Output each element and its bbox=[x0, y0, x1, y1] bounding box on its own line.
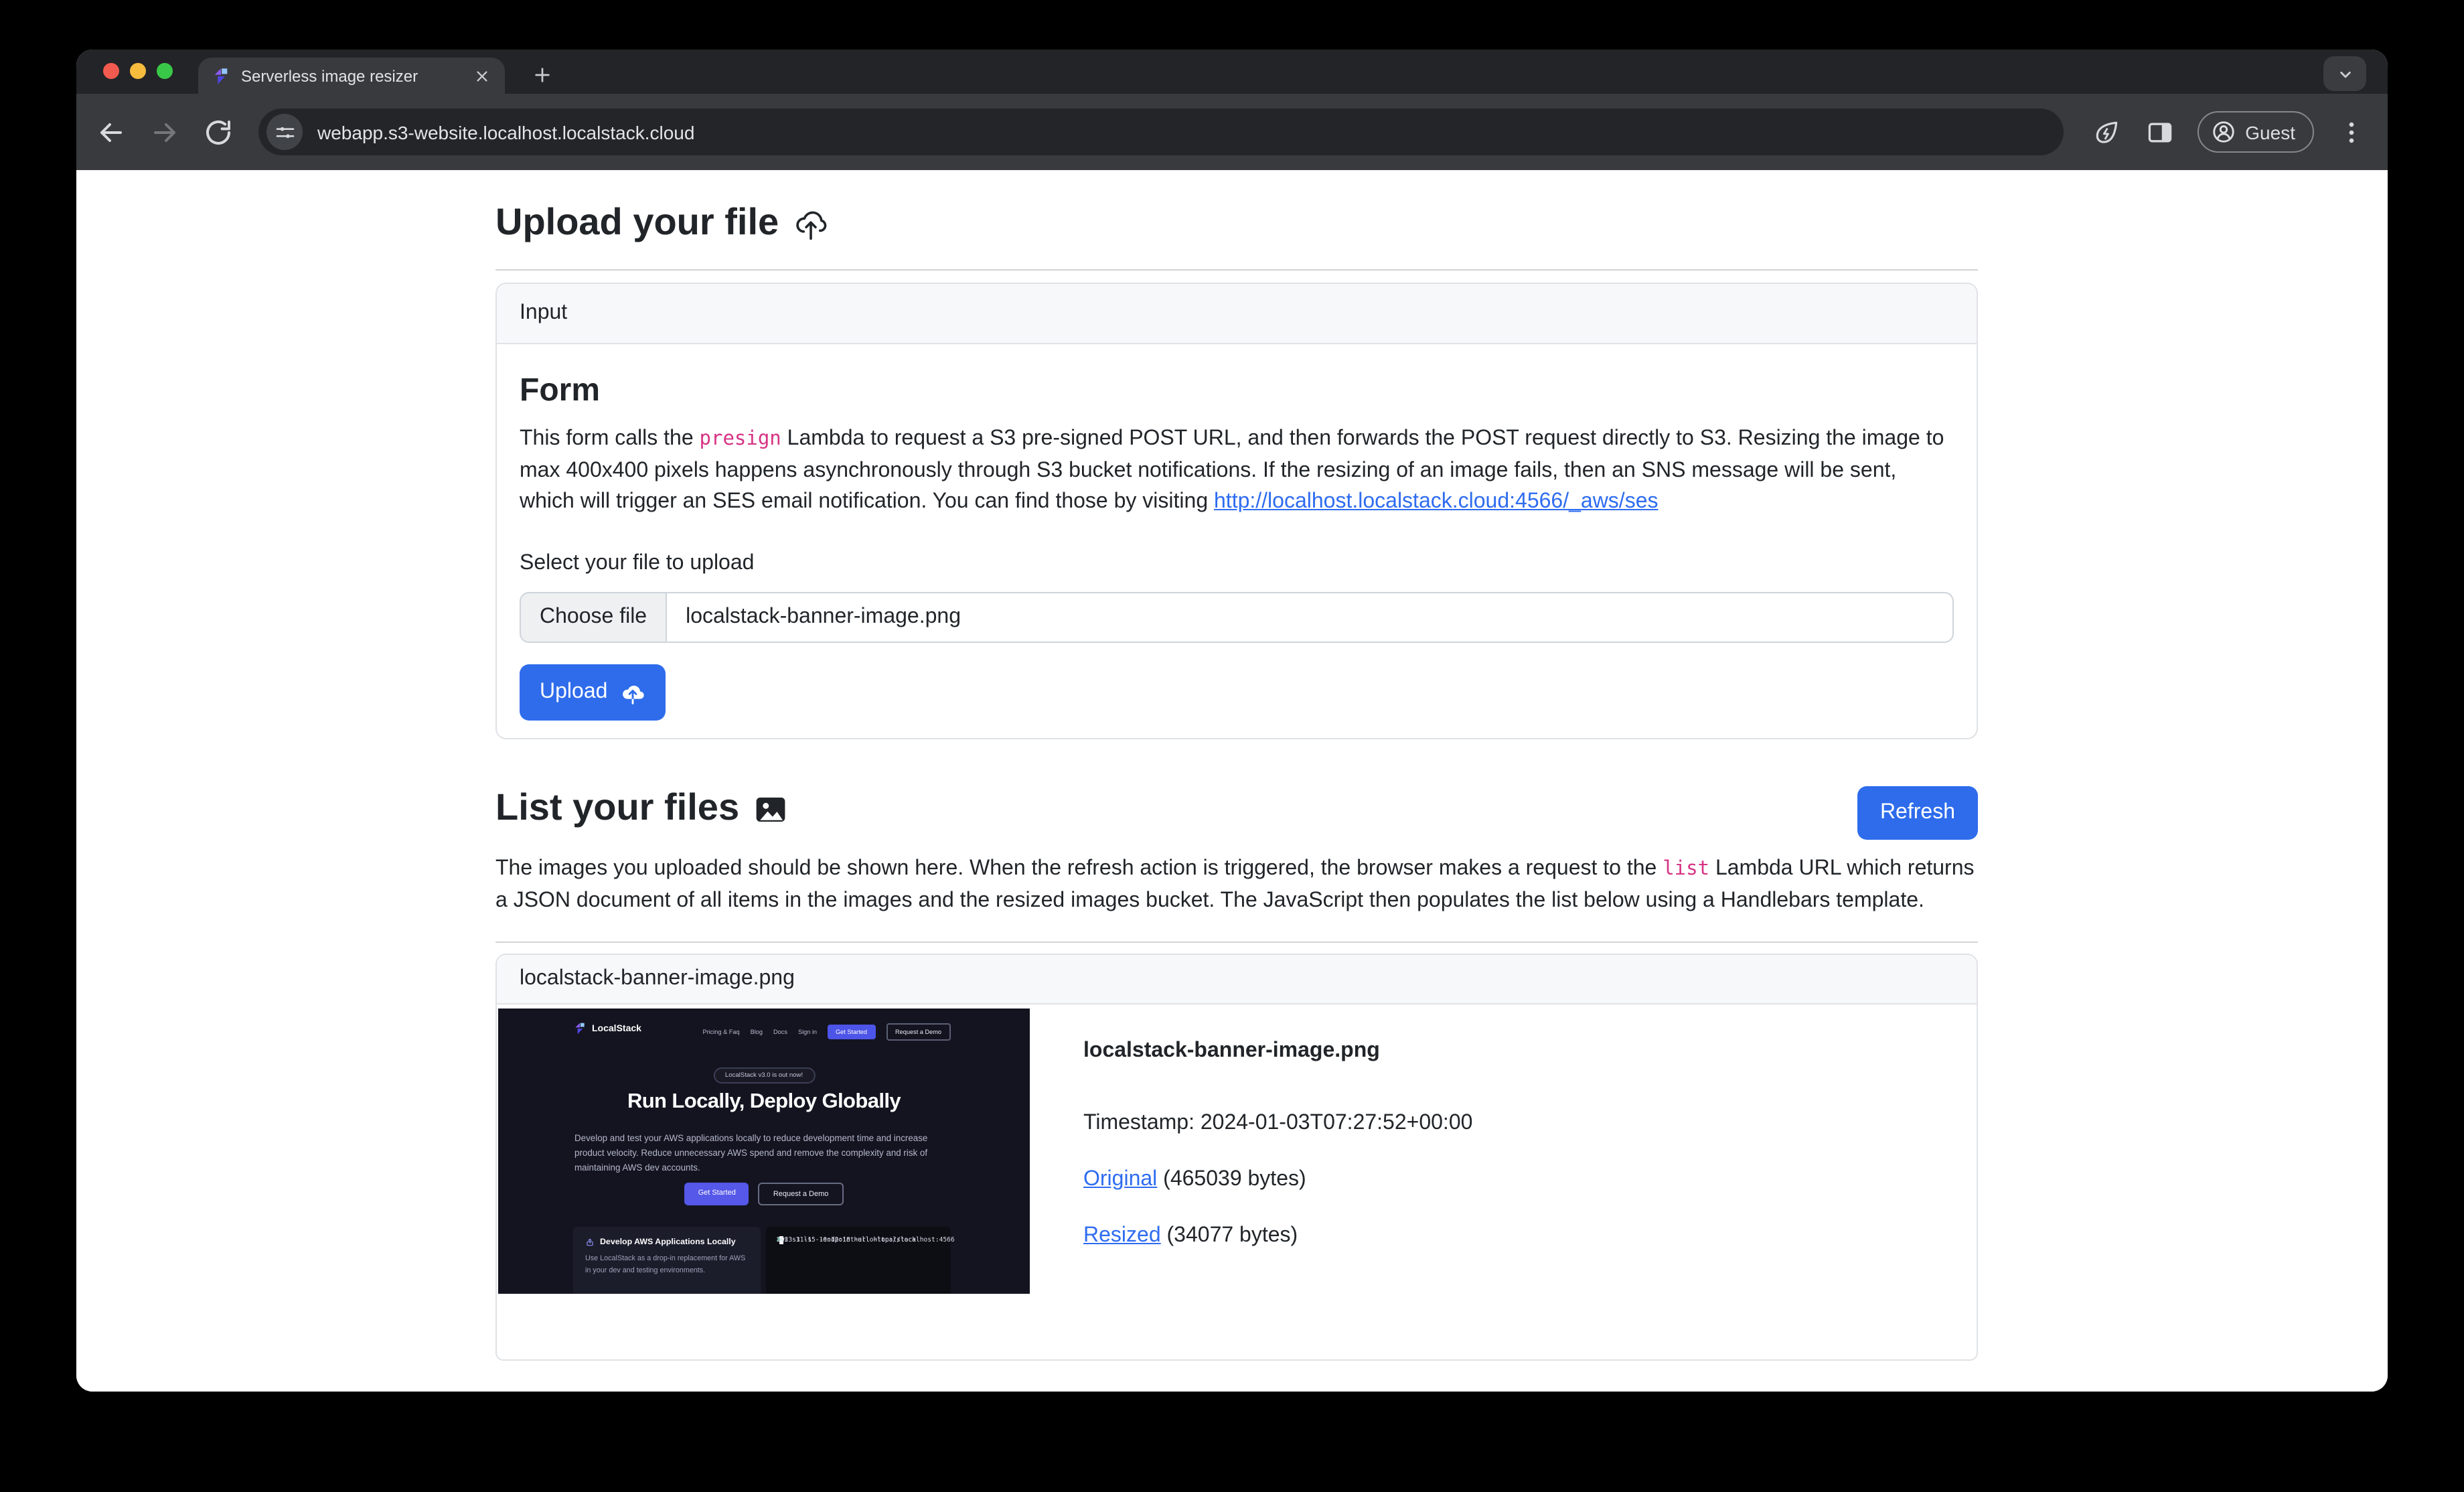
divider bbox=[495, 269, 1978, 271]
cloud-upload-filled-icon bbox=[619, 680, 645, 705]
person-icon bbox=[2210, 119, 2236, 145]
file-thumbnail: LocalStack Pricing & Faq Blog Docs Sign … bbox=[498, 1009, 1030, 1294]
ses-link[interactable]: http://localhost.localstack.cloud:4566/_… bbox=[1214, 490, 1659, 513]
banner-nav-get-started: Get Started bbox=[828, 1025, 875, 1039]
file-select-label: Select your file to upload bbox=[520, 552, 1954, 576]
upload-box-icon bbox=[585, 1238, 595, 1247]
profile-button[interactable]: Guest bbox=[2197, 111, 2314, 153]
url-text[interactable]: webapp.s3-website.localhost.localstack.c… bbox=[317, 121, 694, 143]
banner-feature-text: Use LocalStack as a drop-in replacement … bbox=[585, 1254, 749, 1276]
list-description: The images you uploaded should be shown … bbox=[495, 853, 1978, 916]
original-link[interactable]: Original bbox=[1083, 1168, 1157, 1191]
file-details: localstack-banner-image.png Timestamp: 2… bbox=[1083, 1039, 1472, 1248]
browser-window: Serverless image resizer bbox=[76, 50, 2388, 1392]
presign-code: presign bbox=[700, 429, 781, 450]
banner-version-badge: LocalStack v3.0 is out now! bbox=[713, 1067, 815, 1084]
close-window-button[interactable] bbox=[103, 63, 119, 79]
form-title: Form bbox=[520, 372, 1954, 410]
original-size: (465039 bytes) bbox=[1157, 1168, 1306, 1191]
tab-strip: Serverless image resizer bbox=[76, 50, 2388, 94]
file-card-header: localstack-banner-image.png bbox=[497, 955, 1977, 1004]
upload-heading-text: Upload your file bbox=[495, 201, 779, 244]
banner-headline: Run Locally, Deploy Globally bbox=[498, 1090, 1030, 1114]
maximize-window-button[interactable] bbox=[157, 63, 173, 79]
desktop-background: Serverless image resizer bbox=[0, 0, 2464, 1492]
banner-feature-title: Develop AWS Applications Locally bbox=[600, 1238, 736, 1247]
site-settings-button[interactable] bbox=[266, 114, 303, 150]
divider bbox=[495, 942, 1978, 943]
localstack-favicon-icon bbox=[212, 66, 230, 85]
list-section-heading: List your files bbox=[495, 786, 789, 829]
resized-link[interactable]: Resized bbox=[1083, 1224, 1161, 1247]
banner-feature-card: Develop AWS Applications Locally Use Loc… bbox=[573, 1227, 761, 1294]
upload-description: This form calls the presign Lambda to re… bbox=[520, 423, 1954, 517]
list-code: list bbox=[1663, 859, 1709, 880]
file-card-body: LocalStack Pricing & Faq Blog Docs Sign … bbox=[497, 1004, 1977, 1359]
file-card: localstack-banner-image.png LocalStack bbox=[495, 954, 1978, 1361]
banner-nav-link: Docs bbox=[773, 1029, 787, 1035]
url-bar[interactable]: webapp.s3-website.localhost.localstack.c… bbox=[258, 108, 2063, 155]
banner-cta-row: Get Started Request a Demo bbox=[498, 1183, 1030, 1205]
banner-terminal: > aws s3 ls --endpoint-url http://localh… bbox=[766, 1227, 951, 1294]
back-button[interactable] bbox=[95, 116, 127, 148]
image-icon bbox=[753, 792, 789, 828]
input-card-header: Input bbox=[497, 284, 1977, 344]
minimize-window-button[interactable] bbox=[130, 63, 146, 79]
banner-brand: LocalStack bbox=[592, 1024, 641, 1033]
upload-section-heading: Upload your file bbox=[495, 201, 1978, 244]
list-section-heading-row: List your files Refresh bbox=[495, 786, 1978, 840]
banner-nav-link: Blog bbox=[751, 1029, 763, 1035]
upload-button[interactable]: Upload bbox=[520, 664, 665, 721]
page-content: Upload your file Input Form This form ca… bbox=[76, 170, 2388, 1392]
localstack-logo-icon bbox=[573, 1022, 587, 1035]
new-tab-button[interactable] bbox=[526, 59, 558, 91]
file-title: localstack-banner-image.png bbox=[1083, 1039, 1472, 1063]
menu-dots-icon[interactable] bbox=[2337, 117, 2366, 147]
list-heading-text: List your files bbox=[495, 786, 739, 829]
performance-leaf-icon[interactable] bbox=[2091, 117, 2121, 147]
file-timestamp: Timestamp: 2024-01-03T07:27:52+00:00 bbox=[1083, 1112, 1472, 1136]
window-controls bbox=[103, 63, 173, 79]
input-card-body: Form This form calls the presign Lambda … bbox=[497, 344, 1977, 738]
banner-cta-get-started: Get Started bbox=[685, 1183, 749, 1205]
tune-icon bbox=[274, 121, 295, 143]
resized-size: (34077 bytes) bbox=[1161, 1224, 1298, 1247]
cloud-upload-icon bbox=[792, 206, 828, 242]
resized-line: Resized (34077 bytes) bbox=[1083, 1224, 1472, 1248]
file-input[interactable]: Choose file localstack-banner-image.png bbox=[520, 592, 1954, 643]
selected-file-name: localstack-banner-image.png bbox=[667, 593, 961, 642]
banner-nav: Pricing & Faq Blog Docs Sign in Get Star… bbox=[702, 1023, 951, 1041]
side-panel-icon[interactable] bbox=[2145, 117, 2174, 147]
banner-nav-request-demo: Request a Demo bbox=[886, 1023, 951, 1041]
chevron-down-icon bbox=[2335, 64, 2355, 84]
list-desc-text-1: The images you uploaded should be shown … bbox=[495, 857, 1663, 880]
original-line: Original (465039 bytes) bbox=[1083, 1168, 1472, 1192]
tab-title: Serverless image resizer bbox=[241, 66, 462, 85]
plus-icon bbox=[532, 64, 553, 86]
profile-label: Guest bbox=[2245, 121, 2295, 143]
tab-close-icon[interactable] bbox=[473, 66, 491, 85]
tab-search-button[interactable] bbox=[2323, 56, 2366, 91]
refresh-button[interactable]: Refresh bbox=[1857, 786, 1978, 840]
reload-button[interactable] bbox=[202, 116, 234, 148]
banner-subtext: Develop and test your AWS applications l… bbox=[574, 1132, 953, 1176]
terminal-prompt: > bbox=[777, 1236, 781, 1247]
banner-logo: LocalStack bbox=[573, 1022, 641, 1035]
input-card: Input Form This form calls the presign L… bbox=[495, 283, 1978, 739]
browser-toolbar: webapp.s3-website.localhost.localstack.c… bbox=[76, 94, 2388, 170]
banner-nav-link: Sign in bbox=[798, 1029, 817, 1035]
forward-button[interactable] bbox=[149, 116, 181, 148]
upload-desc-text-1: This form calls the bbox=[520, 427, 700, 450]
banner-nav-link: Pricing & Faq bbox=[702, 1029, 739, 1035]
upload-button-label: Upload bbox=[540, 680, 607, 704]
banner-cta-request-demo: Request a Demo bbox=[759, 1183, 844, 1205]
choose-file-button[interactable]: Choose file bbox=[521, 593, 667, 642]
tab-serverless-image-resizer[interactable]: Serverless image resizer bbox=[198, 58, 505, 94]
